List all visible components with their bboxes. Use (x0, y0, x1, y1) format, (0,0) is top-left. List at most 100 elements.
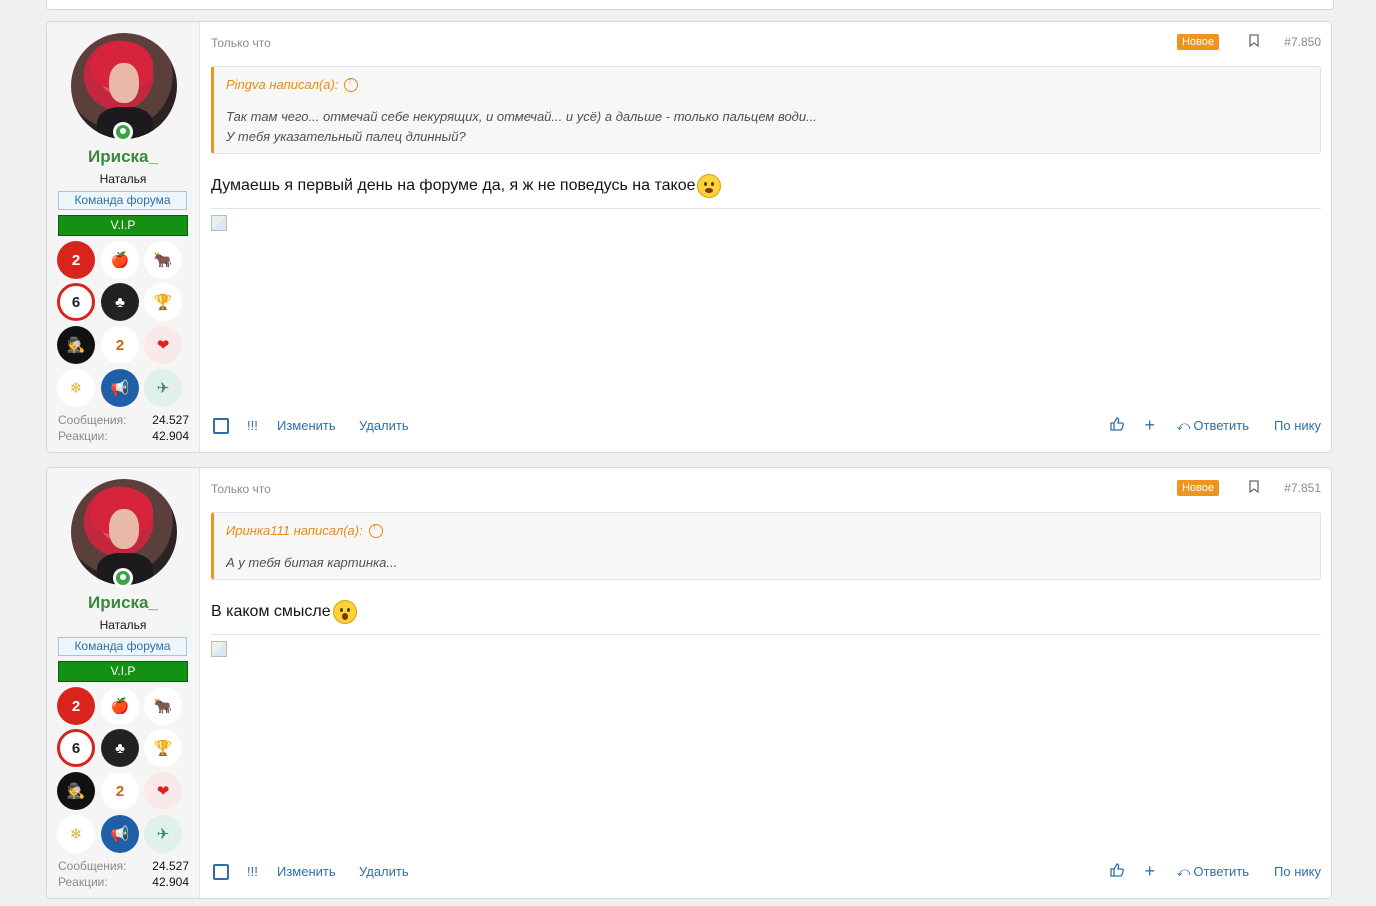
broken-image-icon (211, 641, 227, 657)
no-alcohol-award-icon[interactable]: 6 (57, 283, 95, 321)
quote-author[interactable]: Pingva написал(а): (226, 77, 338, 92)
by-nick-button[interactable]: По нику (1274, 418, 1321, 433)
heart-hands-award-icon[interactable]: ❤ (144, 772, 182, 810)
no-alcohol-award-icon[interactable]: 6 (57, 729, 95, 767)
shocked-smiley-icon (332, 600, 357, 624)
username[interactable]: Ириска_ (47, 147, 199, 167)
reply-label: Ответить (1193, 864, 1249, 879)
vip-badge: V.I.P (58, 215, 188, 236)
thinking-smiley-icon (697, 174, 722, 198)
plane-award-icon[interactable]: ✈ (144, 369, 182, 407)
quote-line: А у тебя битая картинка... (226, 555, 398, 570)
select-checkbox[interactable] (213, 418, 229, 434)
online-status-icon (113, 122, 133, 142)
message-body: В каком смысле (211, 603, 331, 620)
reply-button[interactable]: ⤺ Ответить (1177, 418, 1249, 434)
add-multiquote-icon[interactable]: + (1144, 415, 1155, 436)
post-7851: Ириска_ Наталья Команда форума V.I.P 2 🍎… (46, 467, 1332, 899)
broken-image-icon (211, 215, 227, 231)
vip-badge: V.I.P (58, 661, 188, 682)
user-title: Наталья (99, 618, 147, 632)
quote-author[interactable]: Иринка111 написал(а): (226, 523, 363, 538)
trophy-award-icon[interactable]: 🏆 (144, 729, 182, 767)
delete-button[interactable]: Удалить (359, 418, 409, 433)
edit-button[interactable]: Изменить (277, 864, 336, 879)
like-icon[interactable] (1109, 862, 1125, 878)
user-stats: Сообщения: 24.527 Реакции: 42.904 (58, 858, 189, 890)
post-actions: !!! Изменить Удалить + ⤺ Ответить По нику (211, 415, 1321, 436)
bookmark-icon[interactable] (1249, 480, 1259, 493)
quote-block: Иринка111 написал(а): А у тебя битая кар… (211, 512, 1321, 580)
reactions-value: 42.904 (152, 429, 189, 443)
user-title: Наталья (99, 172, 147, 186)
user-info-column: Ириска_ Наталья Команда форума V.I.P 2 🍎… (47, 22, 200, 452)
apple-award-icon[interactable]: 🍎 (101, 687, 139, 725)
no-smoking-award-icon[interactable]: 2 (57, 241, 95, 279)
previous-post-edge (46, 0, 1334, 10)
bookmark-icon[interactable] (1249, 34, 1259, 47)
quote-body: Так там чего... отмечай себе некурящих, … (226, 107, 817, 147)
username[interactable]: Ириска_ (47, 593, 199, 613)
no-smoking-award-icon[interactable]: 2 (57, 687, 95, 725)
heart-hands-award-icon[interactable]: ❤ (144, 326, 182, 364)
club-suit-award-icon[interactable]: ♣ (101, 283, 139, 321)
like-icon[interactable] (1109, 416, 1125, 432)
cup-award-icon[interactable]: 2 (101, 326, 139, 364)
messages-label: Сообщения: (58, 859, 127, 873)
user-stats: Сообщения: 24.527 Реакции: 42.904 (58, 412, 189, 444)
reactions-label: Реакции: (58, 875, 108, 889)
apple-award-icon[interactable]: 🍎 (101, 241, 139, 279)
divider (211, 208, 1321, 209)
report-button[interactable]: !!! (247, 418, 258, 433)
go-to-quote-icon[interactable] (344, 76, 359, 92)
select-checkbox[interactable] (213, 864, 229, 880)
reply-arrow-icon: ⤺ (1176, 864, 1191, 879)
team-badge: Команда форума (58, 637, 187, 656)
post-7850: Ириска_ Наталья Команда форума V.I.P 2 🍎… (46, 21, 1332, 453)
mafia-award-icon[interactable]: 🕵 (57, 326, 95, 364)
bull-award-icon[interactable]: 🐂 (144, 687, 182, 725)
online-status-icon (113, 568, 133, 588)
trophy-award-icon[interactable]: 🏆 (144, 283, 182, 321)
reply-button[interactable]: ⤺ Ответить (1177, 864, 1249, 880)
quote-line: У тебя указательный палец длинный? (226, 129, 466, 144)
messages-value: 24.527 (152, 413, 189, 427)
by-nick-button[interactable]: По нику (1274, 864, 1321, 879)
club-suit-award-icon[interactable]: ♣ (101, 729, 139, 767)
quote-body: А у тебя битая картинка... (226, 553, 397, 573)
mafia-award-icon[interactable]: 🕵 (57, 772, 95, 810)
post-main: Только что Новое #7.851 Иринка111 написа… (211, 468, 1331, 898)
bull-award-icon[interactable]: 🐂 (144, 241, 182, 279)
team-badge: Команда форума (58, 191, 187, 210)
new-badge: Новое (1176, 480, 1219, 496)
delete-button[interactable]: Удалить (359, 864, 409, 879)
quote-line: Так там чего... отмечай себе некурящих, … (226, 109, 817, 124)
edit-button[interactable]: Изменить (277, 418, 336, 433)
reactions-label: Реакции: (58, 429, 108, 443)
new-badge: Новое (1176, 34, 1219, 50)
cup-award-icon[interactable]: 2 (101, 772, 139, 810)
post-time[interactable]: Только что (211, 36, 271, 50)
snowflake-award-icon[interactable]: ❄ (57, 815, 95, 853)
reactions-value: 42.904 (152, 875, 189, 889)
post-number[interactable]: #7.850 (1284, 35, 1321, 49)
go-to-quote-icon[interactable] (368, 522, 383, 538)
post-actions: !!! Изменить Удалить + ⤺ Ответить По нику (211, 861, 1321, 882)
message-text: В каком смысле (211, 600, 357, 624)
report-button[interactable]: !!! (247, 864, 258, 879)
messages-value: 24.527 (152, 859, 189, 873)
post-time[interactable]: Только что (211, 482, 271, 496)
post-main: Только что Новое #7.850 Pingva написал(а… (211, 22, 1331, 452)
add-multiquote-icon[interactable]: + (1144, 861, 1155, 882)
megaphone-award-icon[interactable]: 📢 (101, 369, 139, 407)
post-number[interactable]: #7.851 (1284, 481, 1321, 495)
user-info-column: Ириска_ Наталья Команда форума V.I.P 2 🍎… (47, 468, 200, 898)
divider (211, 634, 1321, 635)
plane-award-icon[interactable]: ✈ (144, 815, 182, 853)
reply-label: Ответить (1193, 418, 1249, 433)
reply-arrow-icon: ⤺ (1176, 418, 1191, 433)
message-body: Думаешь я первый день на форуме да, я ж … (211, 177, 696, 194)
snowflake-award-icon[interactable]: ❄ (57, 369, 95, 407)
megaphone-award-icon[interactable]: 📢 (101, 815, 139, 853)
messages-label: Сообщения: (58, 413, 127, 427)
